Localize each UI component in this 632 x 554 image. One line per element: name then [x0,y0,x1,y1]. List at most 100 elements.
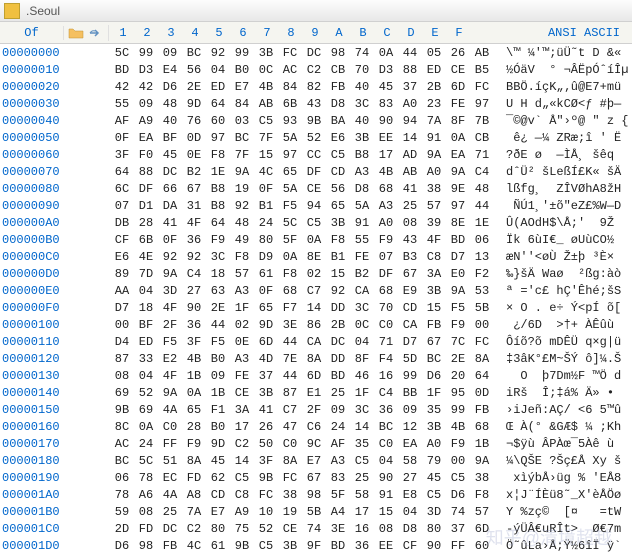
hex-byte[interactable]: B2 [182,165,206,179]
hex-byte[interactable]: 92 [182,250,206,264]
hex-byte[interactable]: 15 [422,301,446,315]
hex-byte[interactable]: A0 [398,97,422,111]
hex-byte[interactable]: 56 [326,182,350,196]
hex-byte[interactable]: 17 [350,505,374,519]
hex-byte[interactable]: 1B [206,386,230,400]
hex-byte[interactable]: 9A [158,386,182,400]
hex-byte[interactable]: 3B [254,46,278,60]
hex-byte[interactable]: 82 [302,80,326,94]
hex-byte[interactable]: 4A [158,403,182,417]
hex-byte[interactable]: 8E [302,250,326,264]
hex-byte[interactable]: 4B [374,165,398,179]
hex-byte[interactable]: 15 [374,505,398,519]
hex-byte[interactable]: 0C [350,318,374,332]
hex-byte[interactable]: 19 [230,182,254,196]
hex-byte[interactable]: 4A [158,488,182,502]
hex-byte[interactable]: 2E [182,80,206,94]
hex-byte[interactable]: 44 [206,318,230,332]
offset-cell[interactable]: 00000170 [0,437,64,451]
hex-byte[interactable]: FF [446,539,470,553]
ascii-cell[interactable]: U H d„«kCØ<ƒ #þ— [494,97,621,111]
hex-byte[interactable]: 70 [350,63,374,77]
hex-byte[interactable]: C0 [158,420,182,434]
hex-byte[interactable]: 6B [134,233,158,247]
hex-byte[interactable]: 78 [110,488,134,502]
hex-byte[interactable]: 09 [398,403,422,417]
hex-byte[interactable]: 92 [230,199,254,213]
hex-byte[interactable]: 08 [398,216,422,230]
hex-byte[interactable]: 13 [470,250,494,264]
hex-byte[interactable]: 18 [206,267,230,281]
hex-byte[interactable]: A9 [230,505,254,519]
hex-byte[interactable]: BF [158,131,182,145]
hex-byte[interactable]: 09 [158,46,182,60]
hex-byte[interactable]: 9D [182,97,206,111]
hex-byte[interactable]: 08 [374,522,398,536]
hex-byte[interactable]: AF [110,114,134,128]
hex-byte[interactable]: F9 [206,233,230,247]
hex-byte[interactable]: 36 [350,539,374,553]
hex-byte[interactable]: CD [206,488,230,502]
ascii-cell[interactable]: ?ðE ø —ÌÅ¸ ­šêq [494,148,614,162]
hex-byte[interactable]: 4B [182,352,206,366]
hex-byte[interactable]: 4E [134,250,158,264]
hex-byte[interactable]: 8A [302,352,326,366]
ascii-cell[interactable]: O þ7Dm½F ™Ö d [494,369,621,383]
hex-byte[interactable]: 90 [422,539,446,553]
hex-row[interactable]: 00000010BDD3E45604B00CACC2CB70D388EDCEB5… [0,61,632,78]
hex-byte[interactable]: 40 [350,114,374,128]
hex-byte[interactable]: CD [326,165,350,179]
hex-byte[interactable]: 0C [254,63,278,77]
hex-byte[interactable]: F8 [206,148,230,162]
hex-byte[interactable]: FB [326,80,350,94]
offset-cell[interactable]: 000001B0 [0,505,64,519]
ascii-cell[interactable]: Û(AOdH$\Å;' 9Ž [494,216,614,230]
offset-cell[interactable]: 00000110 [0,335,64,349]
hex-byte[interactable]: 87 [110,352,134,366]
hex-byte[interactable]: FB [158,539,182,553]
hex-row[interactable]: 000000B0CF6B0F36F949805F0AF855F9434FBD06… [0,231,632,248]
hex-byte[interactable]: D3 [374,63,398,77]
hex-byte[interactable]: F1 [206,403,230,417]
hex-byte[interactable]: 48 [158,97,182,111]
hex-byte[interactable]: 08 [134,505,158,519]
hex-byte[interactable]: 06 [470,233,494,247]
hex-byte[interactable]: BD [446,233,470,247]
hex-byte[interactable]: 39 [422,216,446,230]
hex-byte[interactable]: 36 [182,233,206,247]
hex-byte[interactable]: 4C [254,165,278,179]
hex-byte[interactable]: BC [182,46,206,60]
hex-byte[interactable]: 99 [230,46,254,60]
hex-byte[interactable]: A3 [350,165,374,179]
hex-byte[interactable]: 2B [422,80,446,94]
offset-cell[interactable]: 00000020 [0,80,64,94]
ascii-cell[interactable]: dˆÜ² šLeßÍ£K« šÄ [494,165,621,179]
hex-byte[interactable]: EA [446,148,470,162]
hex-byte[interactable]: 99 [446,403,470,417]
hex-byte[interactable]: FD [134,522,158,536]
hex-byte[interactable]: 0A [302,233,326,247]
ascii-cell[interactable]: ›iJeñ:AÇ/ <6 5™û [494,403,621,417]
hex-byte[interactable]: 3A [230,403,254,417]
offset-cell[interactable]: 00000080 [0,182,64,196]
hex-byte[interactable]: 04 [206,63,230,77]
hex-byte[interactable]: 9B [230,539,254,553]
hex-byte[interactable]: 9B [110,403,134,417]
hex-byte[interactable]: 2D [110,522,134,536]
hex-byte[interactable]: BC [374,420,398,434]
hex-byte[interactable]: 71 [374,335,398,349]
hex-byte[interactable]: C7 [302,284,326,298]
hex-byte[interactable]: 64 [206,216,230,230]
hex-row[interactable]: 000001D0D698FB4C619BC53B9FBD36EECF90FF60… [0,537,632,554]
hex-byte[interactable]: 04 [134,369,158,383]
hex-byte[interactable]: 65 [182,403,206,417]
hex-byte[interactable]: 8C [110,420,134,434]
hex-byte[interactable]: 94 [398,114,422,128]
hex-byte[interactable]: 3F [182,335,206,349]
ascii-cell[interactable]: x¦J¨ÍÈü8˜_X'èÅÖø [494,488,621,502]
offset-cell[interactable]: 000000B0 [0,233,64,247]
hex-byte[interactable]: 45 [374,80,398,94]
hex-byte[interactable]: 70 [374,301,398,315]
hex-byte[interactable]: 00 [110,318,134,332]
hex-byte[interactable]: 91 [422,131,446,145]
